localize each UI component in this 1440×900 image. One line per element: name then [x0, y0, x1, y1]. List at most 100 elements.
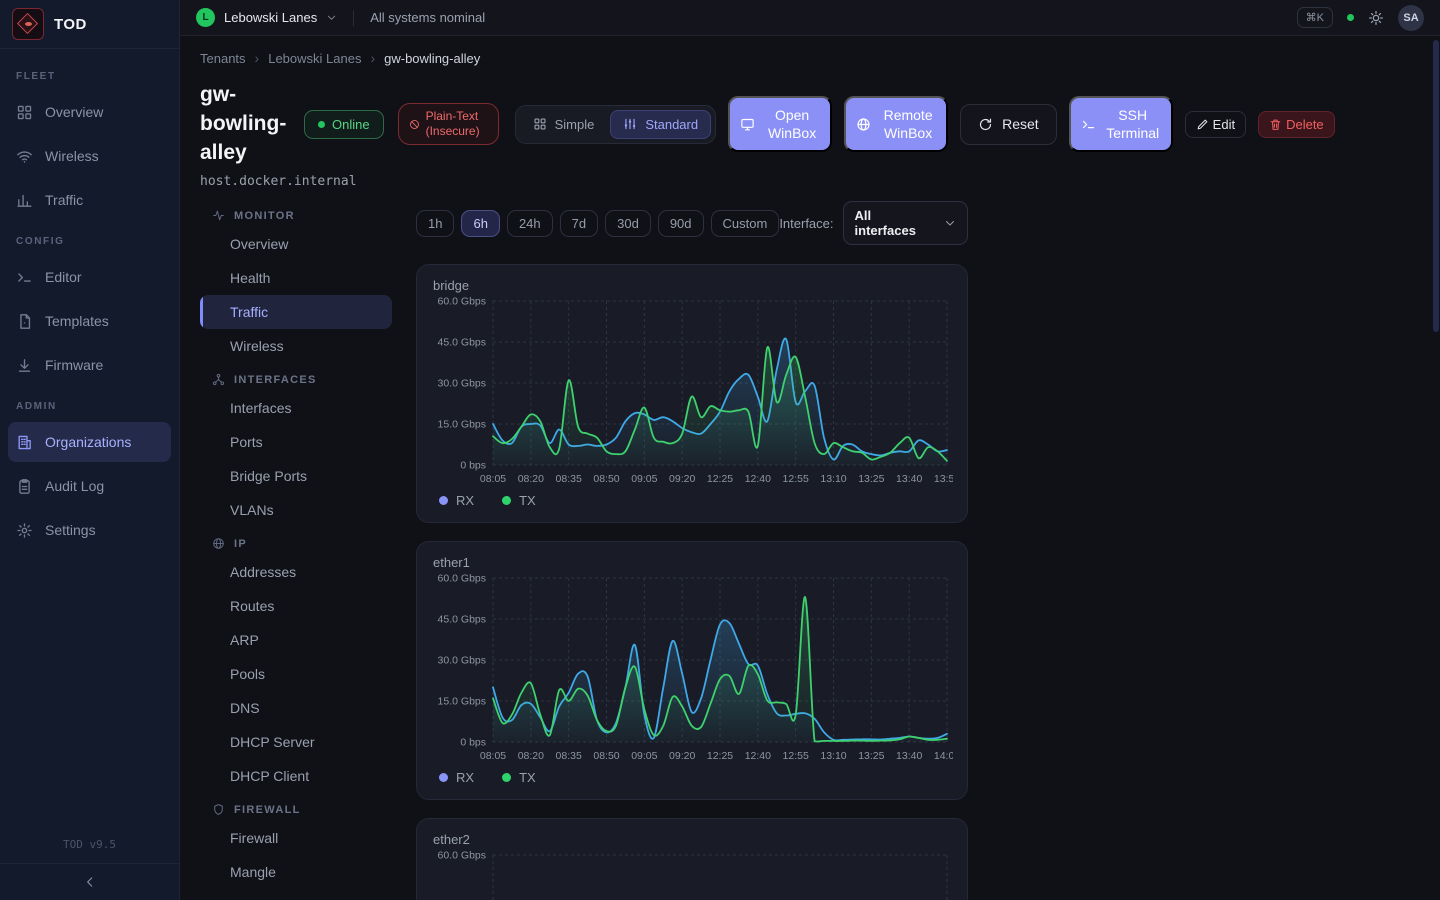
breadcrumb-tenants[interactable]: Tenants: [200, 51, 246, 66]
subnav-item-overview[interactable]: Overview: [200, 227, 392, 261]
subnav-section-label: MONITOR: [234, 210, 295, 222]
subnav-item-dhcp-server[interactable]: DHCP Server: [200, 725, 392, 759]
subnav-item-dhcp-client[interactable]: DHCP Client: [200, 759, 392, 793]
time-range-1h[interactable]: 1h: [416, 210, 454, 237]
time-range-6h[interactable]: 6h: [461, 210, 499, 237]
mode-simple-button[interactable]: Simple: [520, 110, 608, 139]
open-winbox-button[interactable]: Open WinBox: [728, 96, 832, 152]
subnav-item-firewall[interactable]: Firewall: [200, 821, 392, 855]
sidebar-item-organizations[interactable]: Organizations: [8, 422, 171, 462]
delete-button[interactable]: Delete: [1258, 111, 1335, 138]
subnav-section-monitor: MONITOR: [200, 199, 392, 227]
sun-icon[interactable]: [1368, 10, 1384, 26]
subnav-item-ports[interactable]: Ports: [200, 425, 392, 459]
traffic-chart-ether2: 60.0 Gbps: [433, 849, 953, 900]
breadcrumb-tenant[interactable]: Lebowski Lanes: [268, 51, 361, 66]
svg-text:08:20: 08:20: [518, 750, 544, 762]
refresh-icon: [978, 117, 993, 132]
shield-icon: [212, 803, 225, 816]
sidebar: TOD FLEETOverviewWirelessTrafficCONFIGEd…: [0, 0, 180, 900]
subnav-item-traffic[interactable]: Traffic: [200, 295, 392, 329]
traffic-panel: 1h 6h 24h 7d 30d 90d Custom Interface: All int…: [416, 199, 968, 900]
sidebar-item-editor[interactable]: Editor: [8, 257, 171, 297]
edit-button[interactable]: Edit: [1185, 111, 1246, 138]
subnav-section-firewall: FIREWALL: [200, 793, 392, 821]
svg-text:45.0 Gbps: 45.0 Gbps: [438, 337, 486, 349]
svg-text:09:05: 09:05: [631, 473, 657, 485]
time-range-30d[interactable]: 30d: [605, 210, 651, 237]
sidebar-item-label: Organizations: [45, 434, 131, 450]
terminal-icon: [1081, 117, 1096, 132]
subnav-item-pools[interactable]: Pools: [200, 657, 392, 691]
globe-icon: [856, 117, 871, 132]
svg-text:0 bps: 0 bps: [460, 737, 486, 749]
sidebar-item-audit-log[interactable]: Audit Log: [8, 466, 171, 506]
wifi-icon: [16, 148, 33, 165]
sidebar-item-wireless[interactable]: Wireless: [8, 136, 171, 176]
subnav-item-dns[interactable]: DNS: [200, 691, 392, 725]
breadcrumb-current: gw-bowling-alley: [384, 51, 480, 66]
svg-text:08:50: 08:50: [593, 750, 619, 762]
svg-text:08:35: 08:35: [556, 750, 582, 762]
subnav-item-routes[interactable]: Routes: [200, 589, 392, 623]
subnav-item-arp[interactable]: ARP: [200, 623, 392, 657]
time-range-24h[interactable]: 24h: [507, 210, 553, 237]
interface-label: Interface:: [779, 216, 833, 231]
rx-dot-icon: [439, 773, 448, 782]
svg-text:08:50: 08:50: [593, 473, 619, 485]
subnav-item-mangle[interactable]: Mangle: [200, 855, 392, 889]
tenant-switcher[interactable]: L Lebowski Lanes: [196, 8, 337, 27]
sidebar-item-label: Wireless: [45, 148, 99, 164]
topbar: L Lebowski Lanes All systems nominal ⌘K …: [180, 0, 1440, 36]
sidebar-item-settings[interactable]: Settings: [8, 510, 171, 550]
svg-text:13:25: 13:25: [858, 750, 884, 762]
svg-text:13:40: 13:40: [896, 473, 922, 485]
subnav-item-vlans[interactable]: VLANs: [200, 493, 392, 527]
subnav-item-wireless[interactable]: Wireless: [200, 329, 392, 363]
svg-text:08:20: 08:20: [518, 473, 544, 485]
subnav-section-label: FIREWALL: [234, 804, 301, 816]
subnav-item-addresses[interactable]: Addresses: [200, 555, 392, 589]
sidebar-item-templates[interactable]: Templates: [8, 301, 171, 341]
time-range-90d[interactable]: 90d: [658, 210, 704, 237]
scrollbar-thumb[interactable]: [1433, 40, 1439, 332]
mode-standard-button[interactable]: Standard: [610, 110, 711, 139]
grid-icon: [533, 117, 547, 131]
chart-controls: 1h 6h 24h 7d 30d 90d Custom Interface: All int…: [416, 201, 968, 245]
interface-select[interactable]: All interfaces: [843, 201, 968, 245]
remote-winbox-button[interactable]: Remote WinBox: [844, 96, 948, 152]
reset-button[interactable]: Reset: [960, 104, 1057, 145]
svg-text:15.0 Gbps: 15.0 Gbps: [438, 696, 486, 708]
sidebar-collapse-button[interactable]: [0, 863, 179, 900]
svg-text:09:20: 09:20: [669, 473, 695, 485]
chart-legend: RX TX: [433, 491, 951, 512]
sidebar-item-label: Overview: [45, 104, 103, 120]
traffic-chart-card-bridge: bridge 60.0 Gbps45.0 Gbps30.0 Gbps15.0 G…: [416, 264, 968, 523]
rx-dot-icon: [439, 496, 448, 505]
subnav-item-health[interactable]: Health: [200, 261, 392, 295]
chevron-down-icon: [326, 12, 337, 23]
breadcrumb-separator: ›: [370, 50, 375, 66]
subnav-section-label: INTERFACES: [234, 374, 317, 386]
sidebar-item-label: Traffic: [45, 192, 83, 208]
grid-icon: [16, 104, 33, 121]
file-icon: [16, 313, 33, 330]
network-icon: [212, 373, 225, 386]
sidebar-item-overview[interactable]: Overview: [8, 92, 171, 132]
user-avatar[interactable]: SA: [1398, 5, 1424, 31]
time-range-custom[interactable]: Custom: [711, 210, 780, 237]
mode-toggle: Simple Standard: [515, 105, 717, 144]
subnav-item-bridge-ports[interactable]: Bridge Ports: [200, 459, 392, 493]
chart-legend: RX TX: [433, 768, 951, 789]
svg-text:12:25: 12:25: [707, 750, 733, 762]
sidebar-item-traffic[interactable]: Traffic: [8, 180, 171, 220]
command-palette-shortcut[interactable]: ⌘K: [1297, 7, 1333, 28]
sidebar-item-firmware[interactable]: Firmware: [8, 345, 171, 385]
subnav-item-interfaces[interactable]: Interfaces: [200, 391, 392, 425]
sidebar-item-label: Audit Log: [45, 478, 104, 494]
ssh-terminal-button[interactable]: SSH Terminal: [1069, 96, 1173, 152]
insecure-warning-badge: Plain-Text (Insecure): [398, 103, 499, 145]
svg-text:30.0 Gbps: 30.0 Gbps: [438, 378, 486, 390]
time-range-7d[interactable]: 7d: [560, 210, 598, 237]
subnav-section-ip: IP: [200, 527, 392, 555]
